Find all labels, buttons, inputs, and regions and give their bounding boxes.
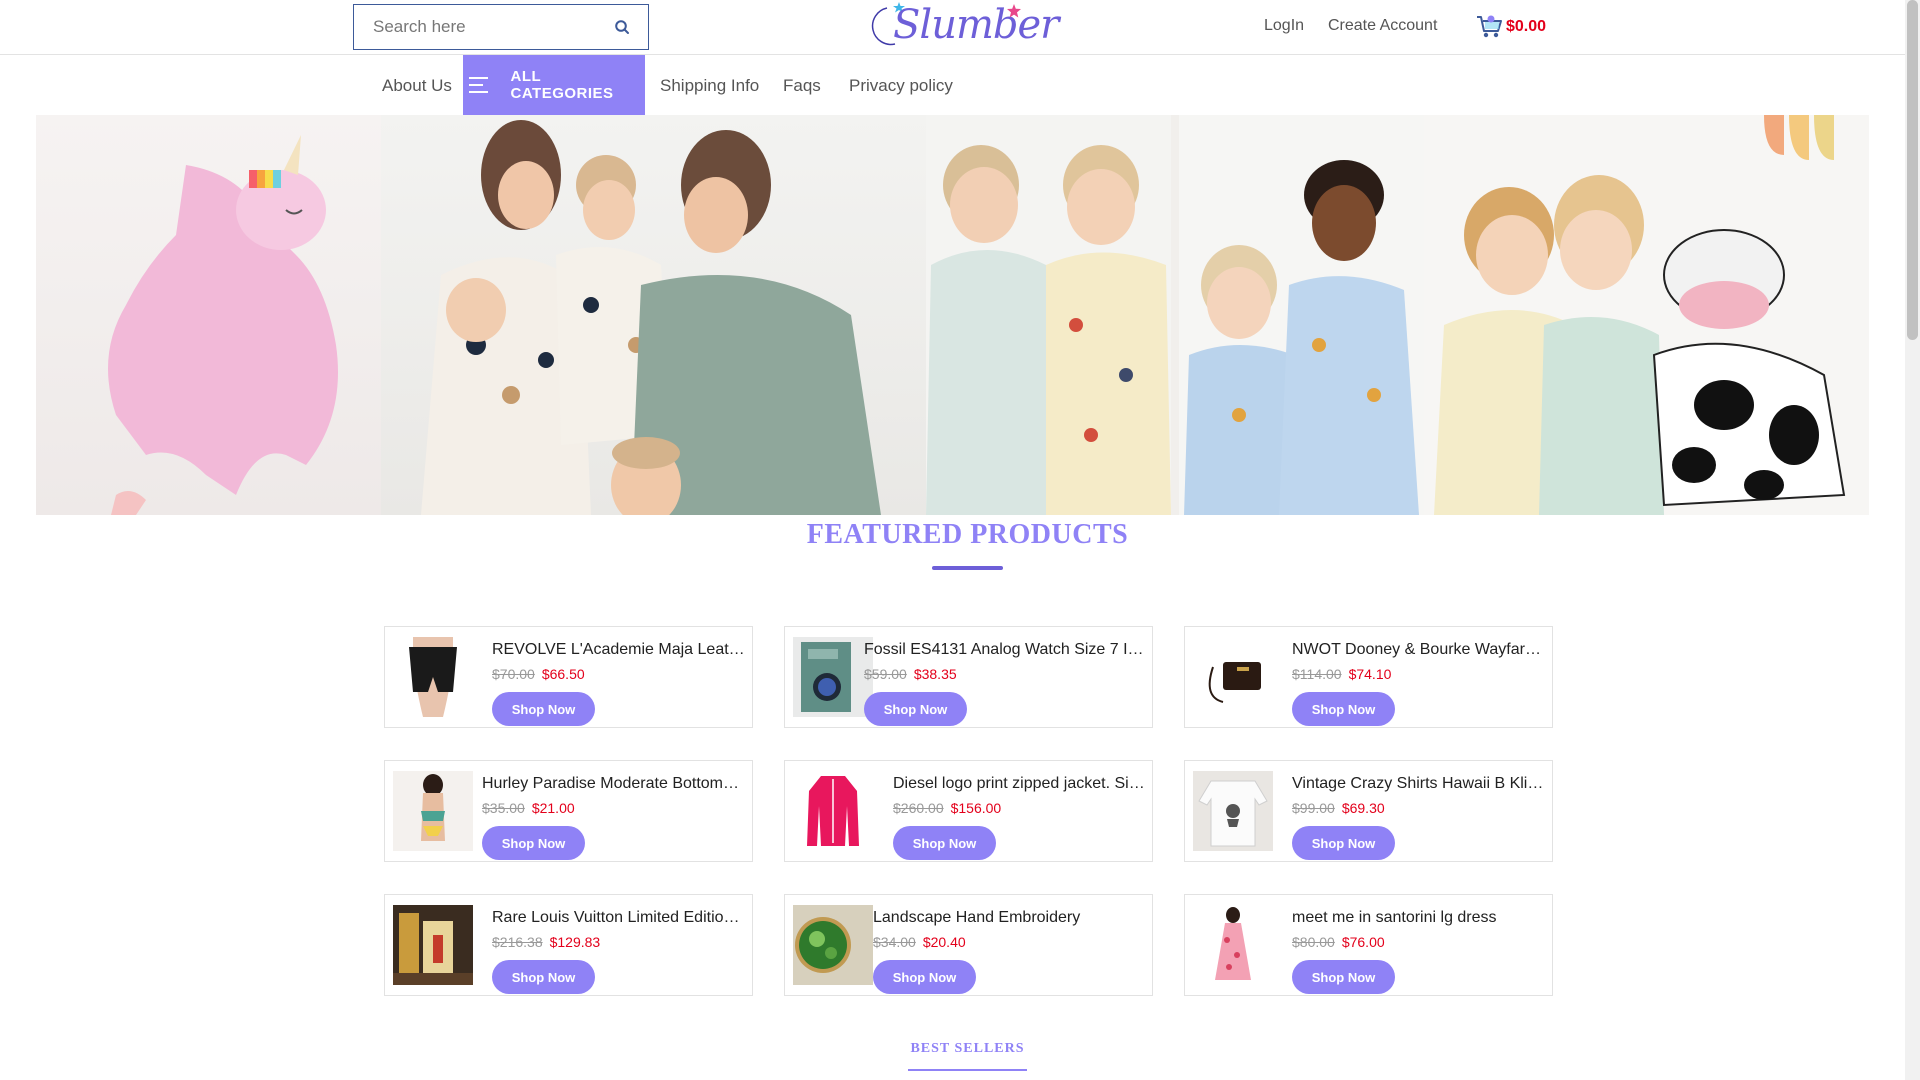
product-name[interactable]: Landscape Hand Embroidery [873,909,1146,927]
old-price: $216.38 [492,934,543,950]
cart-icon [1477,15,1502,38]
featured-products-title: FEATURED PRODUCTS [806,519,1129,550]
star-icon [1007,4,1021,18]
main-nav: About Us ALL CATEGORIES Shipping Info Fa… [0,55,1905,115]
old-price: $70.00 [492,666,535,682]
nav-privacy-policy[interactable]: Privacy policy [849,76,953,96]
hero-banner[interactable] [36,115,1869,515]
all-categories-button[interactable]: ALL CATEGORIES [463,55,645,115]
search-input[interactable] [354,5,596,49]
search-box [353,4,649,50]
product-card[interactable]: Hurley Paradise Moderate Bottoms Swimsui… [384,760,753,862]
sale-price: $21.00 [531,800,575,816]
product-name[interactable]: Rare Louis Vuitton Limited Edition Box [492,909,746,927]
product-info: Diesel logo print zipped jacket. Size S … [893,775,1146,860]
product-image[interactable] [1193,637,1273,717]
product-info: Hurley Paradise Moderate Bottoms Swimsui… [482,775,746,860]
shop-now-button[interactable]: Shop Now [1292,692,1395,726]
shop-now-button[interactable]: Shop Now [482,826,585,860]
product-card[interactable]: Rare Louis Vuitton Limited Edition Box $… [384,894,753,996]
sale-price: $20.40 [922,934,966,950]
sale-price: $69.30 [1341,800,1385,816]
product-image[interactable] [393,637,473,717]
search-icon [615,20,629,34]
site-logo[interactable]: Slumber [865,0,1059,52]
nav-about-us[interactable]: About Us [382,76,452,96]
old-price: $114.00 [1292,666,1342,682]
old-price: $59.00 [864,666,907,682]
product-name[interactable]: Vintage Crazy Shirts Hawaii B Kliban Cat [1292,775,1546,793]
shop-now-button[interactable]: Shop Now [893,826,996,860]
banner-unicorn-lovey [36,115,381,515]
sale-price: $129.83 [549,934,601,950]
product-info: Rare Louis Vuitton Limited Edition Box $… [492,909,746,994]
top-header: Slumber LogIn Create Account $0.00 [0,0,1905,55]
product-name[interactable]: Fossil ES4131 Analog Watch Size 7 Inch [864,641,1146,659]
product-info: Vintage Crazy Shirts Hawaii B Kliban Cat… [1292,775,1546,860]
product-image[interactable] [793,905,873,985]
old-price: $260.00 [893,800,944,816]
best-sellers-title: BEST SELLERS [908,1041,1027,1071]
product-card[interactable]: Diesel logo print zipped jacket. Size S … [784,760,1153,862]
search-button[interactable] [596,5,648,49]
all-categories-label: ALL CATEGORIES [510,68,614,102]
product-info: Fossil ES4131 Analog Watch Size 7 Inch $… [864,641,1146,726]
cart-button[interactable]: $0.00 [1476,14,1546,40]
product-image[interactable] [1193,771,1273,851]
title-underline [932,566,1003,570]
product-info: REVOLVE L'Academie Maja Leather Shorts $… [492,641,746,726]
product-name[interactable]: REVOLVE L'Academie Maja Leather Shorts [492,641,746,659]
nav-shipping-info[interactable]: Shipping Info [660,76,759,96]
product-name[interactable]: NWOT Dooney & Bourke Wayfarer Crossbody [1292,641,1546,659]
banner-toddlers-dresses [1179,115,1424,515]
product-card[interactable]: Fossil ES4131 Analog Watch Size 7 Inch $… [784,626,1153,728]
product-image[interactable] [393,771,473,851]
banner-girls-cow-lovey [1424,115,1869,515]
sale-price: $156.00 [950,800,1002,816]
product-card[interactable]: REVOLVE L'Academie Maja Leather Shorts $… [384,626,753,728]
product-card[interactable]: meet me in santorini lg dress $80.00 $76.… [1184,894,1553,996]
shop-now-button[interactable]: Shop Now [864,692,967,726]
sale-price: $66.50 [541,666,585,682]
nav-faqs[interactable]: Faqs [783,76,821,96]
shop-now-button[interactable]: Shop Now [492,960,595,994]
product-image[interactable] [793,637,873,717]
product-card[interactable]: NWOT Dooney & Bourke Wayfarer Crossbody … [1184,626,1553,728]
product-info: NWOT Dooney & Bourke Wayfarer Crossbody … [1292,641,1546,726]
old-price: $34.00 [873,934,916,950]
old-price: $80.00 [1292,934,1335,950]
product-card[interactable]: Landscape Hand Embroidery $34.00 $20.40 S… [784,894,1153,996]
sale-price: $74.10 [1348,666,1392,682]
product-info: meet me in santorini lg dress $80.00 $76.… [1292,909,1546,994]
old-price: $99.00 [1292,800,1335,816]
product-image[interactable] [793,771,873,851]
shop-now-button[interactable]: Shop Now [1292,960,1395,994]
cart-total: $0.00 [1506,18,1547,35]
product-card[interactable]: Vintage Crazy Shirts Hawaii B Kliban Cat… [1184,760,1553,862]
banner-boys-pajamas [926,115,1171,515]
banner-family-pajamas [381,115,926,515]
create-account-link[interactable]: Create Account [1328,17,1437,35]
product-image[interactable] [393,905,473,985]
product-image[interactable] [1193,905,1273,985]
product-name[interactable]: meet me in santorini lg dress [1292,909,1546,927]
product-info: Landscape Hand Embroidery $34.00 $20.40 S… [873,909,1146,994]
sale-price: $38.35 [913,666,957,682]
menu-icon [469,77,489,93]
old-price: $35.00 [482,800,525,816]
shop-now-button[interactable]: Shop Now [873,960,976,994]
logo-text: Slumber [893,2,1059,48]
sale-price: $76.00 [1341,934,1385,950]
login-link[interactable]: LogIn [1264,17,1304,35]
product-name[interactable]: Diesel logo print zipped jacket. Size S [893,775,1146,793]
shop-now-button[interactable]: Shop Now [1292,826,1395,860]
shop-now-button[interactable]: Shop Now [492,692,595,726]
product-name[interactable]: Hurley Paradise Moderate Bottoms Swimsui… [482,775,746,793]
scrollbar-thumb[interactable] [1907,0,1918,340]
